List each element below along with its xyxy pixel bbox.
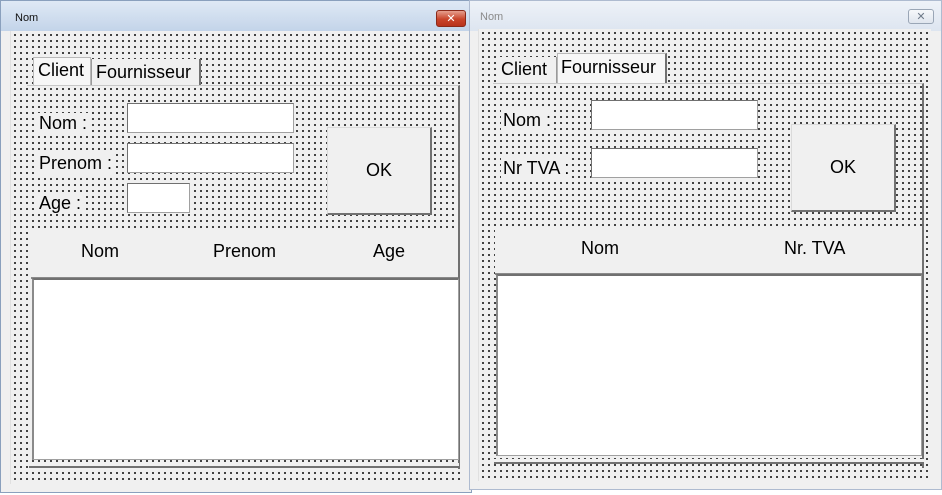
nom-input[interactable] xyxy=(591,100,758,130)
nr-tva-input[interactable] xyxy=(591,148,758,178)
column-header-nr-tva[interactable]: Nr. TVA xyxy=(784,238,845,259)
ok-button-label: OK xyxy=(829,157,856,177)
client-form-window: Nom ✕ Client Fournisseur Nom : Prenom : … xyxy=(0,0,472,493)
tab-client[interactable]: Client xyxy=(33,57,91,85)
fournisseur-form-window: Nom ✕ Client Fournisseur Nom : Nr TVA : … xyxy=(469,0,942,490)
ok-button[interactable]: OK xyxy=(327,127,432,215)
close-button[interactable]: ✕ xyxy=(436,10,466,27)
design-canvas: Client Fournisseur Nom : Prenom : Age : … xyxy=(10,31,462,484)
client-listbox[interactable] xyxy=(32,278,459,460)
frame-border xyxy=(29,463,459,468)
list-header: Nom Nr. TVA xyxy=(495,229,922,275)
list-header: Nom Prenom Age xyxy=(31,231,458,279)
tab-label: Fournisseur xyxy=(96,62,192,82)
column-header-age[interactable]: Age xyxy=(373,241,405,262)
ok-button[interactable]: OK xyxy=(791,124,896,212)
prenom-input[interactable] xyxy=(127,143,294,173)
nom-input[interactable] xyxy=(127,103,294,133)
column-header-nom[interactable]: Nom xyxy=(81,241,119,262)
column-header-nom[interactable]: Nom xyxy=(581,238,619,259)
column-header-prenom[interactable]: Prenom xyxy=(213,241,276,262)
tab-fournisseur[interactable]: Fournisseur xyxy=(91,59,201,85)
age-input[interactable] xyxy=(127,183,190,213)
design-canvas: Client Fournisseur Nom : Nr TVA : OK Nom… xyxy=(478,29,931,481)
frame-border xyxy=(494,459,924,464)
nom-label: Nom : xyxy=(501,110,554,131)
nom-label: Nom : xyxy=(37,113,90,134)
title-bar[interactable]: Nom ✕ xyxy=(470,1,941,31)
close-button[interactable]: ✕ xyxy=(908,9,934,24)
tab-client[interactable]: Client xyxy=(497,57,557,83)
nr-tva-label: Nr TVA : xyxy=(501,158,572,179)
tab-label: Client xyxy=(501,59,548,79)
title-bar[interactable]: Nom ✕ xyxy=(1,1,471,31)
prenom-label: Prenom : xyxy=(37,153,115,174)
ok-button-label: OK xyxy=(365,160,392,180)
age-label: Age : xyxy=(37,193,84,214)
tab-fournisseur[interactable]: Fournisseur xyxy=(557,53,667,83)
tab-label: Fournisseur xyxy=(561,57,657,77)
close-icon: ✕ xyxy=(916,11,926,23)
window-title: Nom xyxy=(15,12,39,24)
tab-label: Client xyxy=(38,60,85,80)
fournisseur-listbox[interactable] xyxy=(496,274,922,456)
close-icon: ✕ xyxy=(446,13,456,25)
window-title: Nom xyxy=(480,11,504,23)
